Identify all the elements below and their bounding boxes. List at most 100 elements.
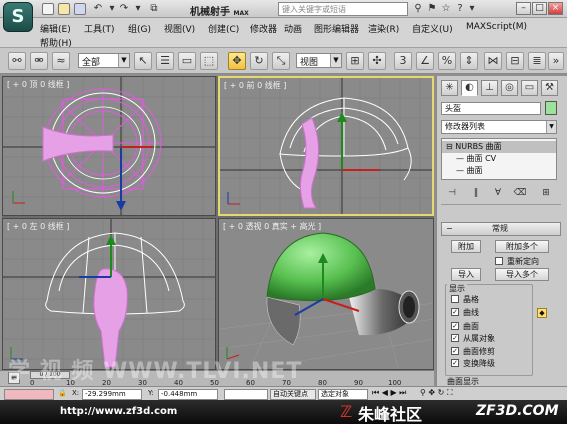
lattice-checkbox[interactable]: [451, 295, 459, 303]
stack-item-surface-cv[interactable]: — 曲面 CV: [442, 153, 556, 165]
stack-item-surface[interactable]: — 曲面: [442, 165, 556, 177]
open-folder-icon[interactable]: [58, 3, 70, 15]
selection-filter-dropdown[interactable]: 全部 ▼: [78, 53, 130, 68]
curves-label: 曲线: [463, 308, 479, 317]
menu-views[interactable]: 视图(V): [164, 22, 195, 35]
communication-icon[interactable]: ⚑: [426, 3, 438, 15]
key-filter-dropdown[interactable]: 选定对象: [318, 389, 368, 400]
mirror-icon[interactable]: ⋈: [484, 52, 502, 70]
spinner-snap-icon[interactable]: ⇕: [460, 52, 478, 70]
viewport-left[interactable]: [ + 0 左 0 线框 ]: [2, 218, 216, 370]
align-icon[interactable]: ⊟: [506, 52, 524, 70]
menu-create[interactable]: 创建(C): [208, 22, 239, 35]
rectangle-selection-icon[interactable]: ▭: [178, 52, 196, 70]
save-icon[interactable]: [74, 3, 86, 15]
new-file-icon[interactable]: [42, 3, 54, 15]
redo-icon[interactable]: ↷: [118, 3, 130, 15]
display-tab-icon[interactable]: ▭: [521, 80, 538, 96]
maximize-button[interactable]: □: [532, 2, 547, 15]
auto-key-button[interactable]: 自动关键点: [270, 389, 316, 400]
undo-icon[interactable]: ↶: [92, 3, 104, 15]
navigation-controls[interactable]: ⚲ ✥ ↻ ⛶: [420, 388, 453, 398]
hold-icon[interactable]: ⧉: [148, 3, 160, 15]
surface-trims-checkbox[interactable]: ✓: [451, 347, 459, 355]
bind-spacewarp-icon[interactable]: ≈: [52, 52, 70, 70]
more-tools-icon[interactable]: »: [548, 52, 564, 70]
curves-checkbox[interactable]: ✓: [451, 308, 459, 316]
menu-edit[interactable]: 编辑(E): [40, 22, 71, 35]
import-multiple-button[interactable]: 导入多个: [495, 268, 549, 281]
playback-controls[interactable]: ⏮ ◀ ▶ ⏭: [372, 388, 406, 398]
create-tab-icon[interactable]: ✳: [441, 80, 458, 96]
link-icon[interactable]: ⚯: [8, 52, 26, 70]
viewport-label[interactable]: [ + 0 前 0 线框 ]: [224, 80, 286, 91]
surface-trims-label: 曲面修剪: [463, 347, 495, 356]
object-name-field[interactable]: 头盔: [441, 102, 541, 115]
z-coordinate-field[interactable]: [224, 389, 268, 400]
unlink-icon[interactable]: ⚮: [30, 52, 48, 70]
menu-maxscript[interactable]: MAXScript(M): [466, 22, 527, 32]
select-object-icon[interactable]: ↖: [134, 52, 152, 70]
transform-degrade-checkbox[interactable]: ✓: [451, 359, 459, 367]
attach-multiple-button[interactable]: 附加多个: [495, 240, 549, 253]
hierarchy-tab-icon[interactable]: ⊥: [481, 80, 498, 96]
percent-snap-icon[interactable]: %: [438, 52, 456, 70]
search-input[interactable]: 键入关键字或短语: [278, 2, 408, 16]
make-unique-icon[interactable]: ∀: [489, 186, 507, 200]
configure-modifier-sets-icon[interactable]: ⊞: [537, 186, 555, 200]
select-manipulate-icon[interactable]: ✣: [368, 52, 386, 70]
help-dropdown-icon[interactable]: ▾: [466, 3, 478, 15]
menu-graph-editors[interactable]: 图形编辑器: [314, 22, 359, 35]
maxscript-listener-field[interactable]: [4, 389, 54, 400]
stack-item-nurbs-surface[interactable]: ⊟ NURBS 曲面: [442, 141, 556, 153]
menu-customize[interactable]: 自定义(U): [412, 22, 453, 35]
menu-modifiers[interactable]: 修改器: [250, 22, 277, 35]
remove-modifier-icon[interactable]: ⌫: [511, 186, 529, 200]
viewport-top[interactable]: [ + 0 顶 0 线框 ]: [2, 76, 216, 216]
menu-animation[interactable]: 动画: [284, 22, 302, 35]
snaps-toggle-icon[interactable]: 3: [394, 52, 412, 70]
utilities-tab-icon[interactable]: ⚒: [541, 80, 558, 96]
pin-stack-icon[interactable]: ⊣: [443, 186, 461, 200]
layer-manager-icon[interactable]: ≣: [528, 52, 546, 70]
viewport-label[interactable]: [ + 0 左 0 线框 ]: [7, 221, 69, 232]
display-settings-icon[interactable]: ◆: [537, 308, 547, 318]
viewport-label[interactable]: [ + 0 透视 0 真实 + 高光 ]: [223, 221, 321, 232]
viewport-perspective[interactable]: [ + 0 透视 0 真实 + 高光 ]: [218, 218, 434, 370]
undo-dropdown-icon[interactable]: ▾: [106, 3, 118, 15]
attach-button[interactable]: 附加: [451, 240, 481, 253]
window-crossing-icon[interactable]: ⬚: [200, 52, 218, 70]
search-icon[interactable]: ⚲: [412, 3, 424, 15]
viewport-label[interactable]: [ + 0 顶 0 线框 ]: [7, 79, 69, 90]
x-coordinate-field[interactable]: -29.299mm: [82, 389, 142, 400]
modifier-list-dropdown[interactable]: 修改器列表 ▼: [441, 120, 557, 134]
reorient-checkbox[interactable]: [495, 257, 503, 265]
general-rollout-header[interactable]: − 常规: [441, 222, 561, 236]
surfaces-checkbox[interactable]: ✓: [451, 322, 459, 330]
reference-coordinate-dropdown[interactable]: 视图 ▼: [296, 53, 342, 68]
viewport-front[interactable]: [ + 0 前 0 线框 ]: [218, 76, 434, 216]
import-button[interactable]: 导入: [451, 268, 481, 281]
select-and-rotate-icon[interactable]: ↻: [250, 52, 268, 70]
select-and-scale-icon[interactable]: ⤡: [272, 52, 290, 70]
menu-rendering[interactable]: 渲染(R): [368, 22, 399, 35]
app-logo[interactable]: S: [3, 2, 33, 32]
modify-tab-icon[interactable]: ◐: [461, 80, 478, 96]
menu-tools[interactable]: 工具(T): [84, 22, 115, 35]
motion-tab-icon[interactable]: ◎: [501, 80, 518, 96]
redo-dropdown-icon[interactable]: ▾: [132, 3, 144, 15]
pivot-center-icon[interactable]: ⊞: [346, 52, 364, 70]
minimize-button[interactable]: –: [516, 2, 531, 15]
select-and-move-icon[interactable]: ✥: [228, 52, 246, 70]
dependents-checkbox[interactable]: ✓: [451, 334, 459, 342]
show-end-result-icon[interactable]: ‖: [467, 186, 485, 200]
object-color-swatch[interactable]: [545, 101, 557, 115]
favorites-icon[interactable]: ☆: [440, 3, 452, 15]
angle-snap-icon[interactable]: ∠: [416, 52, 434, 70]
y-coordinate-field[interactable]: -0.448mm: [158, 389, 218, 400]
menu-group[interactable]: 组(G): [128, 22, 151, 35]
help-icon[interactable]: ?: [454, 3, 466, 15]
select-by-name-icon[interactable]: ☰: [156, 52, 174, 70]
close-button[interactable]: ×: [548, 2, 563, 15]
lock-selection-icon[interactable]: 🔒: [58, 389, 67, 397]
